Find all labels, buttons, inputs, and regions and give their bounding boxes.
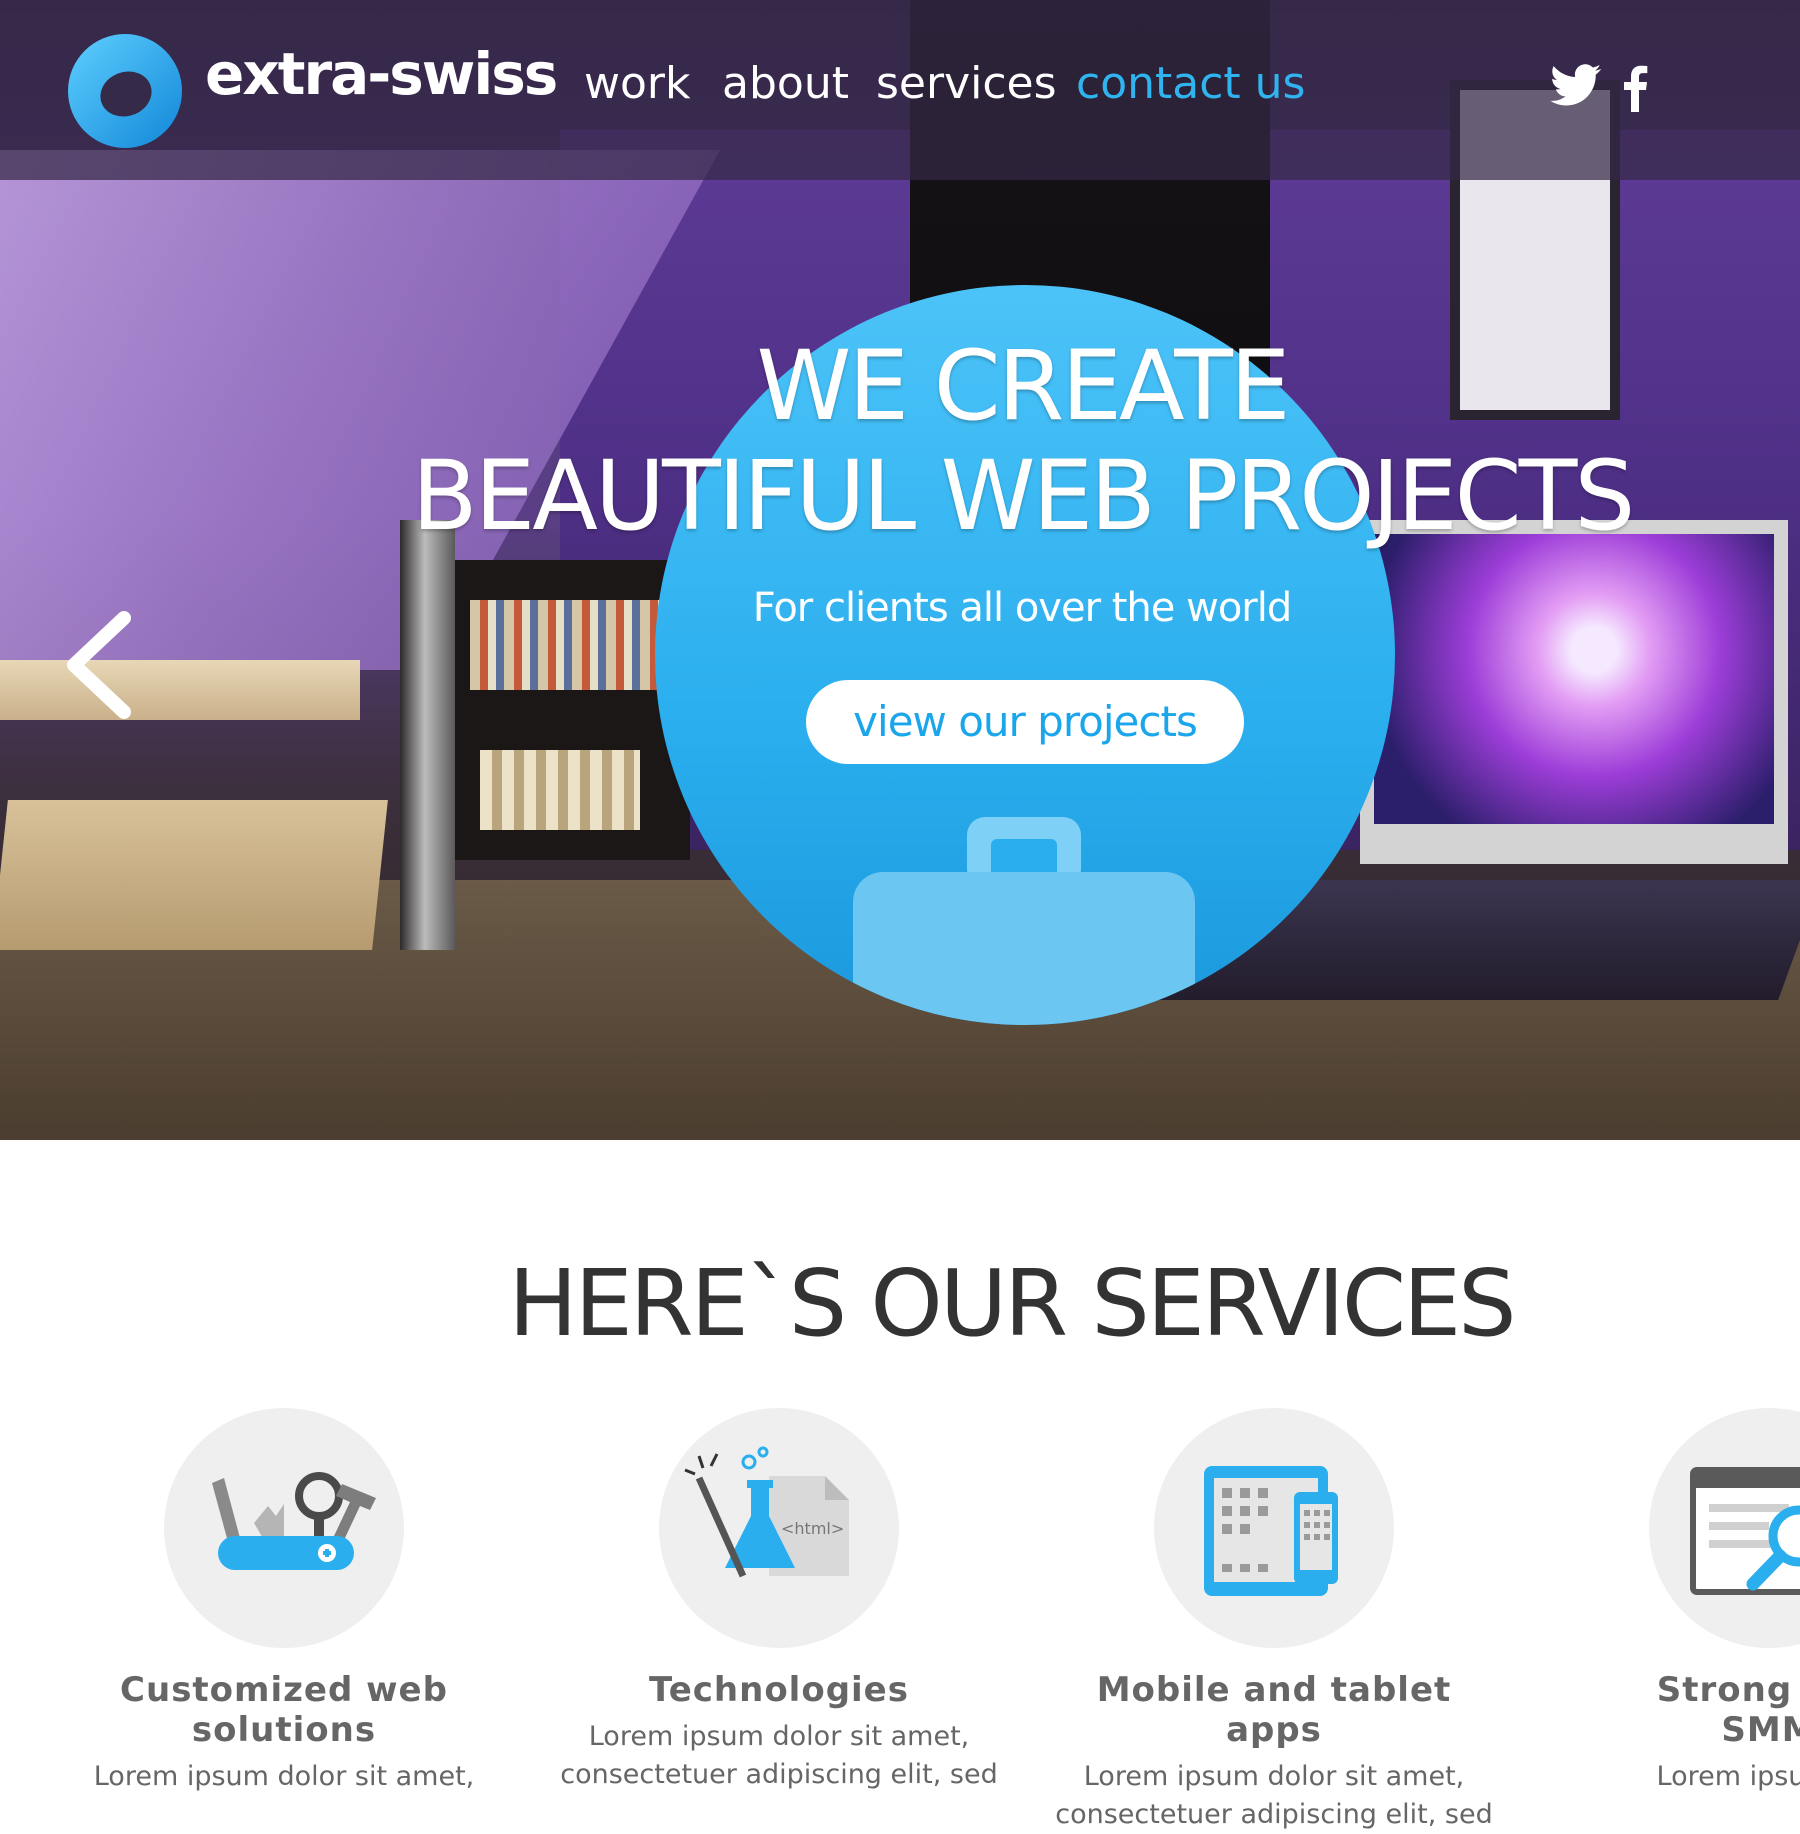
service-icon-circle bbox=[1649, 1408, 1800, 1648]
hero-title-line1: WE CREATE bbox=[756, 330, 1291, 442]
service-title: Mobile and tablet apps bbox=[1096, 1670, 1452, 1750]
nav-about[interactable]: about bbox=[722, 58, 849, 109]
swiss-knife-icon bbox=[212, 1472, 376, 1570]
service-card: <html> Technologies Lorem ipsum dolor si… bbox=[549, 1408, 1009, 1794]
briefcase-icon bbox=[853, 817, 1195, 1025]
service-title-line2: SMM bbox=[1721, 1710, 1800, 1750]
service-text: Lorem ipsum dolor sit amet, bbox=[1083, 1761, 1465, 1792]
service-text-line2: consectetuer adipiscing elit, sed bbox=[560, 1759, 998, 1790]
service-title: Strong in S bbox=[1656, 1670, 1800, 1710]
service-icon-circle bbox=[1154, 1408, 1394, 1648]
brand-name[interactable]: extra-swiss bbox=[205, 40, 558, 108]
view-projects-button[interactable]: view our projects bbox=[806, 680, 1244, 764]
hero-title-line2: BEAUTIFUL WEB PROJECTS bbox=[411, 440, 1636, 552]
top-navbar: extra-swiss work about services contact … bbox=[0, 0, 1800, 180]
service-title: Customized web bbox=[120, 1670, 448, 1710]
hero-banner: WE CREATE BEAUTIFUL WEB PROJECTS For cli… bbox=[0, 0, 1800, 1140]
service-icon-circle: <html> bbox=[659, 1408, 899, 1648]
flask-html-icon: <html> bbox=[684, 1446, 849, 1578]
service-text: Lorem ipsum dolor sit amet, bbox=[588, 1721, 970, 1752]
browser-search-icon bbox=[1690, 1467, 1800, 1595]
services-heading: HERE`S OUR SERVICES bbox=[508, 1250, 1516, 1357]
service-text: Lorem ipsum dolor sit amet, bbox=[93, 1761, 475, 1792]
service-card: Strong in SSMM Lorem ipsum dol bbox=[1539, 1408, 1800, 1796]
facebook-icon[interactable] bbox=[1622, 64, 1648, 112]
nav-contact-us[interactable]: contact us bbox=[1076, 58, 1305, 109]
service-text-line2: consectetuer adipiscing elit, sed bbox=[1055, 1799, 1493, 1830]
service-card: Mobile and tablet apps Lorem ipsum dolor… bbox=[1044, 1408, 1504, 1834]
logo-ring-icon[interactable] bbox=[66, 32, 184, 150]
service-icon-circle bbox=[164, 1408, 404, 1648]
service-title-line2: solutions bbox=[191, 1710, 377, 1750]
twitter-icon[interactable] bbox=[1550, 64, 1602, 108]
devices-icon bbox=[1204, 1466, 1338, 1596]
hero-subtitle: For clients all over the world bbox=[752, 585, 1293, 631]
service-text: Lorem ipsum dol bbox=[1656, 1761, 1800, 1792]
service-card: Customized web solutions Lorem ipsum dolo… bbox=[54, 1408, 514, 1796]
chevron-left-icon[interactable] bbox=[62, 610, 142, 720]
service-title: Technologies bbox=[649, 1670, 909, 1710]
nav-services[interactable]: services bbox=[876, 58, 1057, 109]
svg-text:<html>: <html> bbox=[781, 1519, 844, 1538]
nav-work[interactable]: work bbox=[584, 58, 690, 109]
